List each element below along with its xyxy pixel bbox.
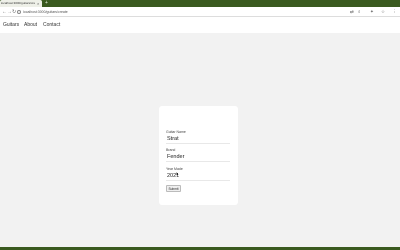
address-bar[interactable]: localhost:3000/guitars/create [16, 8, 356, 16]
nav-link-about[interactable]: About [24, 17, 37, 33]
page-content: Guitars About Contact Guitar Name Brand … [0, 17, 400, 247]
guitar-name-label: Guitar Name [166, 130, 186, 134]
nav-link-guitars[interactable]: Guitars [3, 17, 19, 33]
translate-icon[interactable]: ⇄ [350, 8, 354, 16]
browser-toolbar: ← → ↻ localhost:3000/guitars/create ⇄ ⌕ … [0, 7, 400, 17]
url-text[interactable]: localhost:3000/guitars/create [23, 8, 68, 16]
site-navbar: Guitars About Contact [0, 17, 400, 33]
close-icon[interactable]: × [37, 0, 39, 7]
browser-tab-bar: localhost:3000/guitars/create × + [0, 0, 400, 7]
brand-label: Brand [166, 148, 176, 152]
tab-title: localhost:3000/guitars/create [1, 1, 35, 5]
guitar-name-input[interactable] [166, 135, 230, 144]
guitar-form-card: Guitar Name Brand Year Made Submit [159, 106, 238, 205]
new-tab-icon[interactable]: + [45, 0, 48, 7]
brand-input[interactable] [166, 153, 230, 162]
site-info-icon[interactable] [17, 10, 21, 14]
zoom-icon[interactable]: ⌕ [358, 8, 361, 16]
submit-button[interactable]: Submit [166, 185, 181, 192]
star-icon[interactable]: ☆ [381, 8, 385, 16]
more-icon[interactable]: ⋮ [392, 8, 397, 16]
year-made-label: Year Made [166, 167, 183, 171]
browser-tab[interactable]: localhost:3000/guitars/create × [0, 0, 42, 7]
nav-link-contact[interactable]: Contact [43, 17, 60, 33]
puzzle-icon[interactable]: ✦ [370, 8, 374, 16]
